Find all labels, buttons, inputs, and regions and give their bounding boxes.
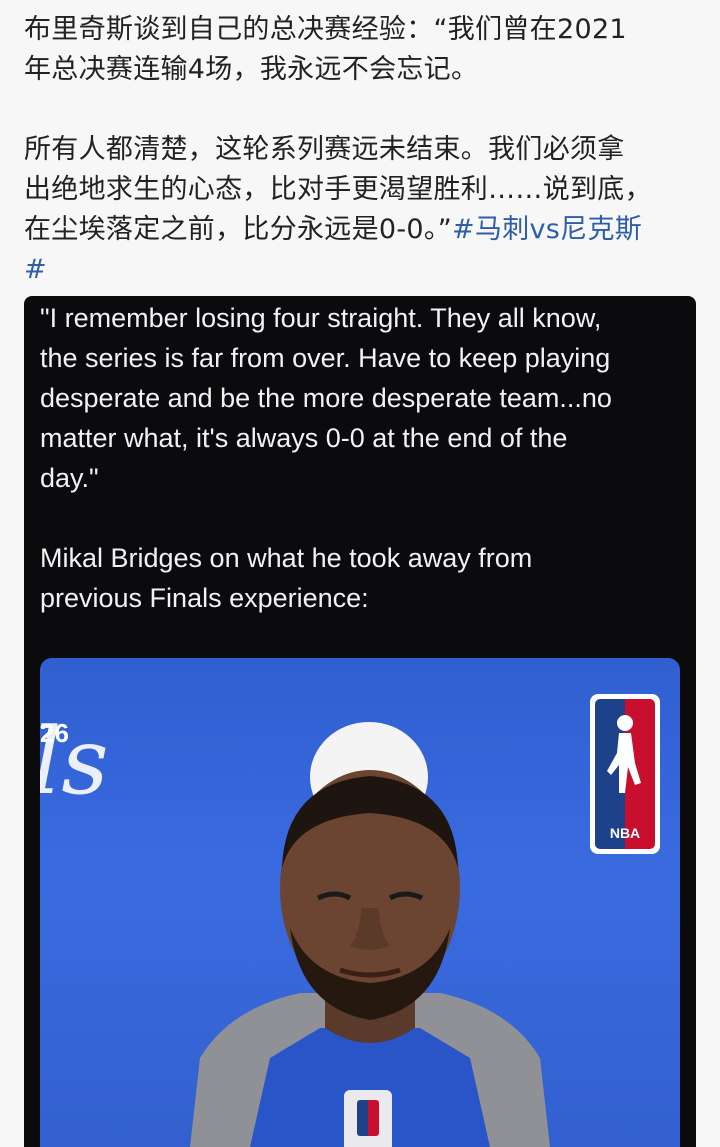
attribution-line: Mikal Bridges on what he took away from: [40, 543, 533, 573]
nba-logo-icon: NBA: [590, 694, 660, 854]
hashtag-link[interactable]: #马刺vs尼克斯: [452, 214, 642, 245]
attribution-text: Mikal Bridges on what he took away from …: [40, 538, 680, 618]
post-text: 布里奇斯谈到自己的总决赛经验：“我们曾在2021 年总决赛连输4场，我永远不会忘…: [24, 10, 704, 290]
quote-line: desperate and be the more desperate team…: [40, 383, 612, 413]
post-line: 在尘埃落定之前，比分永远是0-0。”#马刺vs尼克斯: [24, 210, 704, 250]
quote-line: day.": [40, 463, 99, 493]
post-line: 所有人都清楚，这轮系列赛远未结束。我们必须拿: [24, 134, 625, 165]
quote-line: "I remember losing four straight. They a…: [40, 303, 602, 333]
hashtag-link[interactable]: #: [24, 254, 47, 285]
post-line: 年总决赛连输4场，我永远不会忘记。: [24, 54, 479, 85]
quote-text: "I remember losing four straight. They a…: [40, 298, 680, 498]
nba-logo-label: NBA: [609, 825, 641, 841]
post-line: 出绝地求生的心态，比对手更渴望胜利……说到底，: [24, 174, 652, 205]
microphone-icon: [344, 1090, 392, 1147]
backdrop-letters: ls: [40, 708, 109, 815]
attribution-line: previous Finals experience:: [40, 583, 369, 613]
silhouette-icon: [607, 715, 641, 793]
embedded-image-card[interactable]: "I remember losing four straight. They a…: [24, 296, 696, 1147]
post-line: 布里奇斯谈到自己的总决赛经验：“我们曾在2021: [24, 14, 627, 45]
quote-line: matter what, it's always 0-0 at the end …: [40, 423, 568, 453]
quote-line: the series is far from over. Have to kee…: [40, 343, 611, 373]
post-line-text: 在尘埃落定之前，比分永远是0-0。”: [24, 214, 452, 245]
press-conference-photo: 26 ls NBA: [40, 658, 680, 1147]
person-figure: [190, 770, 550, 1147]
post-line: #: [24, 250, 704, 290]
